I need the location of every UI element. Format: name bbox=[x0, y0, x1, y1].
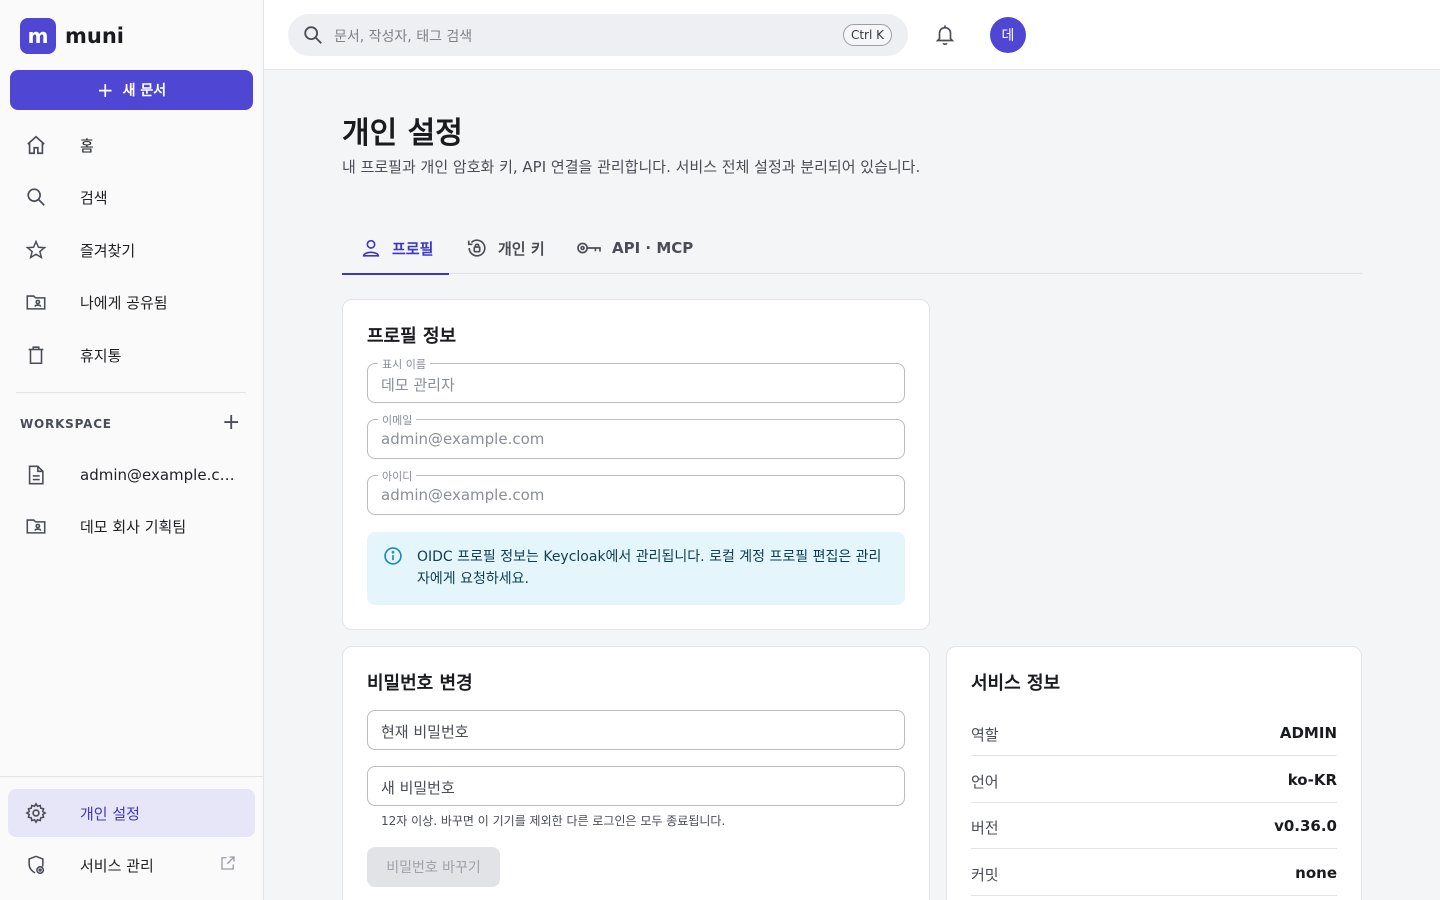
search-icon bbox=[27, 188, 45, 206]
row-value: ADMIN bbox=[1279, 724, 1337, 742]
service-info-title: 서비스 정보 bbox=[971, 673, 1061, 694]
new-document-label: 새 문서 bbox=[122, 83, 167, 99]
add-workspace-button[interactable]: + bbox=[222, 412, 240, 434]
field-value: admin@example.com bbox=[381, 486, 545, 504]
current-password-field[interactable]: 현재 비밀번호 bbox=[367, 710, 905, 750]
field-placeholder: 새 비밀번호 bbox=[381, 779, 455, 797]
key-lock-icon bbox=[467, 239, 486, 257]
field-label: 이메일 bbox=[378, 412, 417, 428]
service-info-row: 버전 v0.36.0 bbox=[971, 803, 1337, 849]
tab-label: API · MCP bbox=[612, 239, 694, 257]
row-key: 버전 bbox=[971, 819, 999, 837]
user-avatar[interactable]: 데 bbox=[990, 17, 1026, 53]
service-info-card: 서비스 정보 역할 ADMIN 언어 ko-KR 버전 v0.36.0 커밋 n… bbox=[946, 646, 1362, 900]
sidebar-item-label: 홈 bbox=[80, 136, 94, 155]
field-value: admin@example.com bbox=[381, 430, 545, 448]
tab-label: 프로필 bbox=[392, 239, 434, 258]
service-info-row: 언어 ko-KR bbox=[971, 757, 1337, 803]
external-link-icon bbox=[221, 856, 235, 870]
sidebar-item-workspace-team[interactable]: 데모 회사 기획팀 bbox=[8, 503, 255, 549]
brand-name: muni bbox=[65, 24, 124, 48]
password-card-title: 비밀번호 변경 bbox=[367, 673, 473, 694]
row-value: none bbox=[1295, 864, 1337, 882]
sidebar-item-workspace-personal[interactable]: admin@example.com bbox=[8, 452, 255, 498]
sidebar-item-home[interactable]: 홈 bbox=[8, 122, 255, 168]
sidebar-item-label: 나에게 공유됨 bbox=[80, 293, 168, 312]
shared-folder-icon bbox=[26, 295, 46, 310]
shared-folder-icon bbox=[26, 519, 46, 534]
sidebar-item-label: 휴지통 bbox=[80, 346, 122, 365]
sidebar-item-label: 데모 회사 기획팀 bbox=[80, 517, 187, 536]
new-password-field[interactable]: 새 비밀번호 bbox=[367, 766, 905, 806]
user-icon bbox=[362, 239, 380, 257]
home-icon bbox=[27, 135, 45, 155]
sidebar-bottom-divider bbox=[0, 776, 264, 777]
service-info-row: 역할 ADMIN bbox=[971, 710, 1337, 756]
sidebar-item-label: 즐겨찾기 bbox=[80, 241, 136, 260]
notice-text: OIDC 프로필 정보는 Keycloak에서 관리됩니다. 로컬 계정 프로필… bbox=[417, 549, 882, 587]
field-value: 데모 관리자 bbox=[381, 376, 455, 394]
sidebar-item-label: 개인 설정 bbox=[80, 804, 140, 823]
sidebar-item-personal-settings[interactable]: 개인 설정 bbox=[8, 789, 255, 837]
row-key: 역할 bbox=[971, 726, 999, 744]
info-icon bbox=[384, 547, 402, 565]
page-title: 개인 설정 bbox=[342, 116, 463, 151]
sidebar-item-shared[interactable]: 나에게 공유됨 bbox=[8, 279, 255, 325]
page-subtitle: 내 프로필과 개인 암호화 키, API 연결을 관리합니다. 서비스 전체 설… bbox=[342, 158, 921, 176]
field-label: 표시 이름 bbox=[378, 356, 430, 372]
username-field[interactable]: 아이디 admin@example.com bbox=[367, 468, 905, 515]
tab-label: 개인 키 bbox=[498, 239, 545, 258]
sidebar-item-label: 서비스 관리 bbox=[80, 856, 154, 875]
notification-bell-icon[interactable] bbox=[934, 23, 956, 47]
workspace-section-label: WORKSPACE bbox=[20, 417, 112, 431]
tab-profile[interactable]: 프로필 bbox=[342, 222, 449, 275]
key-icon bbox=[577, 242, 601, 254]
email-field[interactable]: 이메일 admin@example.com bbox=[367, 412, 905, 459]
sidebar-item-trash[interactable]: 휴지통 bbox=[8, 332, 255, 378]
password-hint: 12자 이상. 바꾸면 이 기기를 제외한 다른 로그인은 모두 종료됩니다. bbox=[381, 814, 726, 828]
tab-personal-key[interactable]: 개인 키 bbox=[466, 222, 545, 274]
sidebar-item-favorites[interactable]: 즐겨찾기 bbox=[8, 227, 255, 273]
plus-icon: + bbox=[96, 78, 114, 102]
field-label: 아이디 bbox=[378, 468, 417, 484]
document-icon bbox=[28, 465, 44, 485]
row-value: v0.36.0 bbox=[1274, 817, 1337, 835]
sidebar-item-service-admin[interactable]: 서비스 관리 bbox=[8, 842, 255, 888]
trash-icon bbox=[28, 346, 44, 365]
sidebar-item-label: admin@example.com bbox=[80, 466, 238, 484]
sidebar-item-label: 검색 bbox=[80, 188, 108, 207]
star-icon bbox=[25, 239, 47, 260]
profile-card-title: 프로필 정보 bbox=[367, 326, 457, 347]
field-placeholder: 현재 비밀번호 bbox=[381, 723, 469, 741]
sidebar: m muni + 새 문서 홈 검색 즐겨찾기 나에게 공유됨 휴지통 WORK… bbox=[0, 0, 264, 900]
tab-api-mcp[interactable]: API · MCP bbox=[576, 222, 693, 274]
change-password-button[interactable]: 비밀번호 바꾸기 bbox=[367, 847, 500, 887]
sidebar-divider bbox=[16, 392, 246, 393]
row-key: 커밋 bbox=[971, 866, 999, 884]
shield-gear-icon bbox=[28, 855, 45, 875]
sidebar-item-search[interactable]: 검색 bbox=[8, 174, 255, 220]
profile-card: 프로필 정보 표시 이름 데모 관리자 이메일 admin@example.co… bbox=[342, 299, 930, 630]
brand[interactable]: m muni bbox=[20, 18, 124, 54]
row-key: 언어 bbox=[971, 773, 999, 791]
password-card: 비밀번호 변경 현재 비밀번호 새 비밀번호 12자 이상. 바꾸면 이 기기를… bbox=[342, 646, 930, 900]
top-bar: 문서, 작성자, 태그 검색 Ctrl K 데 bbox=[264, 0, 1440, 70]
row-value: ko-KR bbox=[1287, 771, 1337, 789]
search-shortcut-badge: Ctrl K bbox=[842, 24, 892, 46]
service-info-row: 커밋 none bbox=[971, 850, 1337, 896]
new-document-button[interactable]: + 새 문서 bbox=[10, 70, 253, 110]
search-icon bbox=[304, 26, 322, 44]
search-placeholder: 문서, 작성자, 태그 검색 bbox=[334, 29, 473, 45]
gear-icon bbox=[25, 802, 47, 824]
global-search[interactable]: 문서, 작성자, 태그 검색 Ctrl K bbox=[288, 14, 908, 56]
oidc-notice: OIDC 프로필 정보는 Keycloak에서 관리됩니다. 로컬 계정 프로필… bbox=[367, 532, 905, 605]
display-name-field[interactable]: 표시 이름 데모 관리자 bbox=[367, 356, 905, 403]
brand-logo: m bbox=[20, 18, 56, 54]
